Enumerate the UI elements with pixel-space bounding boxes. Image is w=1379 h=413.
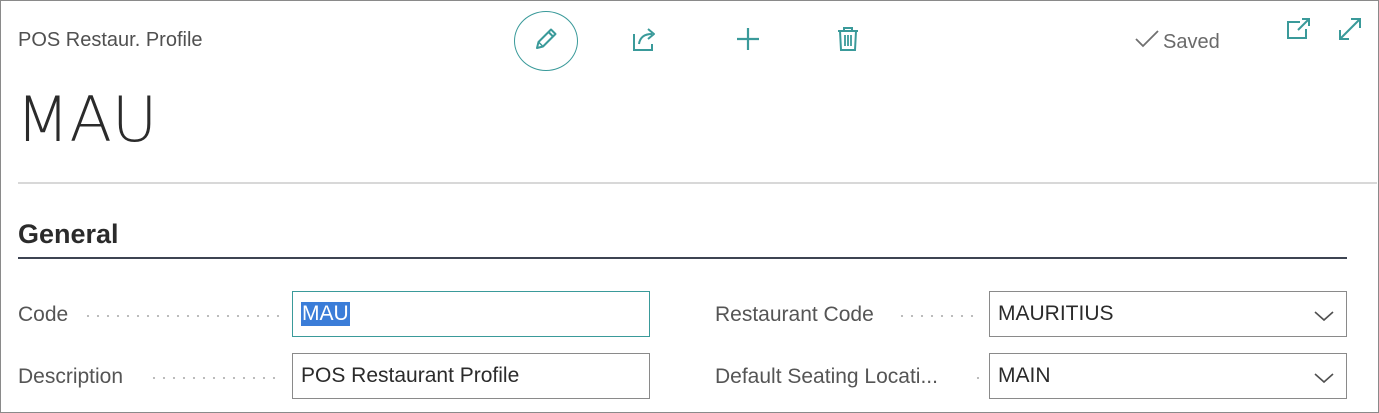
default-seating-location-value: MAIN (998, 364, 1051, 387)
share-icon (630, 25, 660, 58)
save-status: Saved (1134, 29, 1220, 55)
edit-button[interactable] (514, 11, 578, 71)
chevron-down-icon (1314, 306, 1334, 322)
default-seating-location-select[interactable]: MAIN (989, 353, 1347, 399)
code-dots (83, 315, 281, 317)
delete-button[interactable] (831, 25, 865, 57)
default-seating-location-label: Default Seating Locati... (715, 365, 938, 388)
checkmark-icon (1134, 29, 1160, 55)
plus-icon (734, 25, 762, 58)
share-button[interactable] (627, 25, 663, 57)
save-status-label: Saved (1163, 30, 1220, 53)
expand-button[interactable] (1334, 15, 1366, 47)
code-field[interactable]: MAU (292, 291, 650, 337)
page-frame: POS Restaur. Profile Saved MAU General C… (0, 0, 1379, 413)
description-value: POS Restaurant Profile (301, 364, 520, 387)
code-value: MAU (301, 302, 350, 326)
new-button[interactable] (731, 25, 765, 57)
expand-icon (1336, 15, 1364, 48)
description-label: Description (18, 365, 124, 388)
restaurant-code-label: Restaurant Code (715, 303, 874, 326)
restaurant-code-value: MAURITIUS (998, 302, 1114, 325)
open-new-window-icon (1285, 17, 1311, 46)
section-general-header[interactable]: General (18, 219, 119, 250)
chevron-down-icon (1314, 368, 1334, 384)
description-dots (149, 377, 281, 379)
title-divider (18, 182, 1377, 184)
pencil-icon (532, 25, 560, 58)
restaurant-code-dots (897, 315, 979, 317)
default-seating-location-dots (973, 377, 981, 379)
code-label: Code (18, 303, 69, 326)
trash-icon (835, 25, 861, 58)
page-title: MAU (16, 83, 158, 156)
description-field[interactable]: POS Restaurant Profile (292, 353, 650, 399)
restaurant-code-select[interactable]: MAURITIUS (989, 291, 1347, 337)
open-new-window-button[interactable] (1282, 15, 1314, 47)
section-divider (18, 257, 1347, 259)
